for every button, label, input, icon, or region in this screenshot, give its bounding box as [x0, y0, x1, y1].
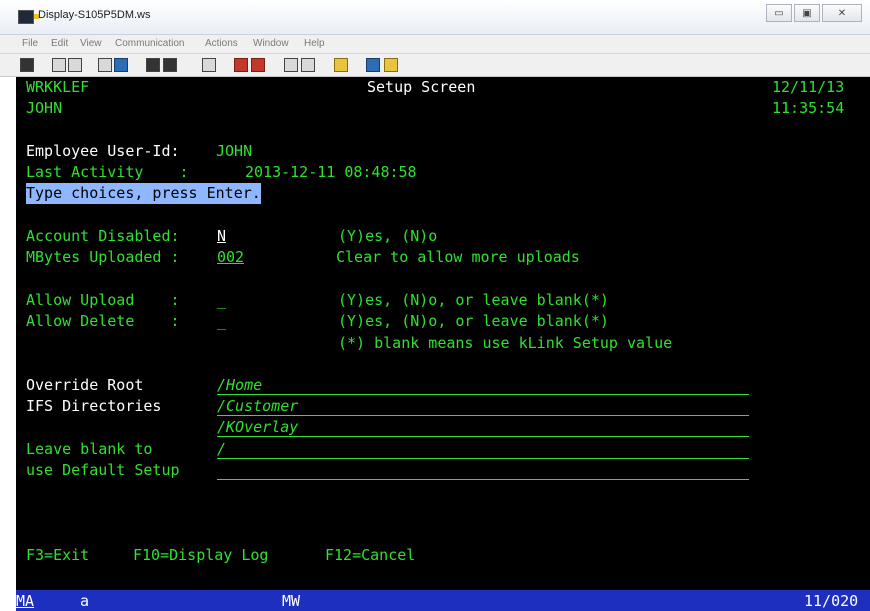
menu-bar: File Edit View Communication Actions Win… — [0, 35, 870, 54]
screen-title: Setup Screen — [367, 78, 476, 96]
keyboard-map-icon[interactable] — [301, 58, 315, 72]
operator-status-bar: MA a MW 11/020 — [16, 590, 870, 611]
account-disabled-field[interactable]: N — [217, 226, 226, 247]
new-session-icon[interactable] — [20, 58, 34, 72]
screen-time: 11:35:54 — [772, 99, 845, 117]
ifs-directories-label: IFS Directories — [26, 397, 162, 415]
minimize-button[interactable]: ▭ — [766, 4, 792, 22]
menu-window[interactable]: Window — [253, 38, 289, 49]
override-root-label: Override Root — [26, 376, 144, 394]
instructions: Type choices, press Enter. — [26, 183, 261, 205]
macro-icon[interactable] — [202, 58, 216, 72]
toolbar — [0, 54, 870, 77]
help-pen-icon[interactable] — [384, 58, 398, 72]
window-title: Display-S105P5DM.ws — [38, 9, 151, 21]
menu-view[interactable]: View — [80, 38, 102, 49]
directory-field-5-line — [217, 479, 749, 480]
allow-delete-hint: (Y)es, (N)o, or leave blank(*) — [338, 312, 609, 330]
default-setup-label: use Default Setup — [26, 461, 180, 479]
directory-field-3-line — [217, 436, 749, 437]
print-screen-icon[interactable] — [163, 58, 177, 72]
directory-field-4-line — [217, 458, 749, 459]
fkey-cancel[interactable]: F12=Cancel — [325, 545, 415, 566]
menu-file[interactable]: File — [22, 38, 38, 49]
window-controls: ▭ ▣ ✕ — [764, 4, 862, 22]
window-title-bar: Display-S105P5DM.ws ▭ ▣ ✕ — [0, 0, 870, 35]
account-disabled-hint: (Y)es, (N)o — [338, 227, 438, 245]
display-icon[interactable] — [146, 58, 160, 72]
cursor-position: 11/020 — [804, 592, 859, 610]
maximize-button[interactable]: ▣ — [794, 4, 820, 22]
allow-delete-label: Allow Delete : — [26, 312, 180, 330]
directory-field-2-line — [217, 415, 749, 416]
allow-upload-field[interactable]: _ — [217, 290, 226, 311]
menu-communication[interactable]: Communication — [115, 38, 184, 49]
fkey-exit[interactable]: F3=Exit — [26, 545, 89, 566]
customize-icon[interactable] — [334, 58, 348, 72]
allow-upload-hint: (Y)es, (N)o, or leave blank(*) — [338, 291, 609, 309]
status-a: a — [80, 592, 90, 610]
play-macro-icon[interactable] — [284, 58, 298, 72]
mbytes-uploaded-hint: Clear to allow more uploads — [336, 248, 580, 266]
leave-blank-label: Leave blank to — [26, 440, 153, 458]
status-mw: MW — [282, 592, 301, 610]
paste-icon[interactable] — [68, 58, 82, 72]
menu-edit[interactable]: Edit — [51, 38, 68, 49]
terminal-screen[interactable]: WRKKLEF Setup Screen 12/11/13 JOHN 11:35… — [16, 77, 870, 611]
allow-delete-field[interactable]: _ — [217, 311, 226, 332]
screen-user: JOHN — [26, 99, 63, 117]
copy-icon[interactable] — [52, 58, 66, 72]
globe-icon[interactable] — [366, 58, 380, 72]
directory-field-1-line — [217, 394, 749, 395]
menu-help[interactable]: Help — [304, 38, 325, 49]
mbytes-uploaded-label: MBytes Uploaded : — [26, 248, 180, 266]
mbytes-uploaded-field[interactable]: 002 — [217, 247, 244, 268]
last-activity-value: 2013-12-11 08:48:58 — [245, 163, 417, 181]
send-file-icon[interactable] — [98, 58, 112, 72]
terminal-app-icon — [18, 10, 39, 24]
blank-note: (*) blank means use kLink Setup value — [338, 334, 673, 352]
menu-actions[interactable]: Actions — [205, 38, 238, 49]
record-macro-icon[interactable] — [234, 58, 248, 72]
last-activity-label: Last Activity : — [26, 163, 189, 181]
status-ma: MA — [16, 592, 35, 610]
receive-file-icon[interactable] — [114, 58, 128, 72]
account-disabled-label: Account Disabled: — [26, 227, 180, 245]
employee-label: Employee User-Id: — [26, 142, 180, 160]
stop-macro-icon[interactable] — [251, 58, 265, 72]
employee-value: JOHN — [216, 142, 253, 160]
close-button[interactable]: ✕ — [822, 4, 862, 22]
screen-date: 12/11/13 — [772, 78, 845, 96]
program-name: WRKKLEF — [26, 78, 90, 96]
allow-upload-label: Allow Upload : — [26, 291, 180, 309]
fkey-display-log[interactable]: F10=Display Log — [133, 545, 268, 566]
